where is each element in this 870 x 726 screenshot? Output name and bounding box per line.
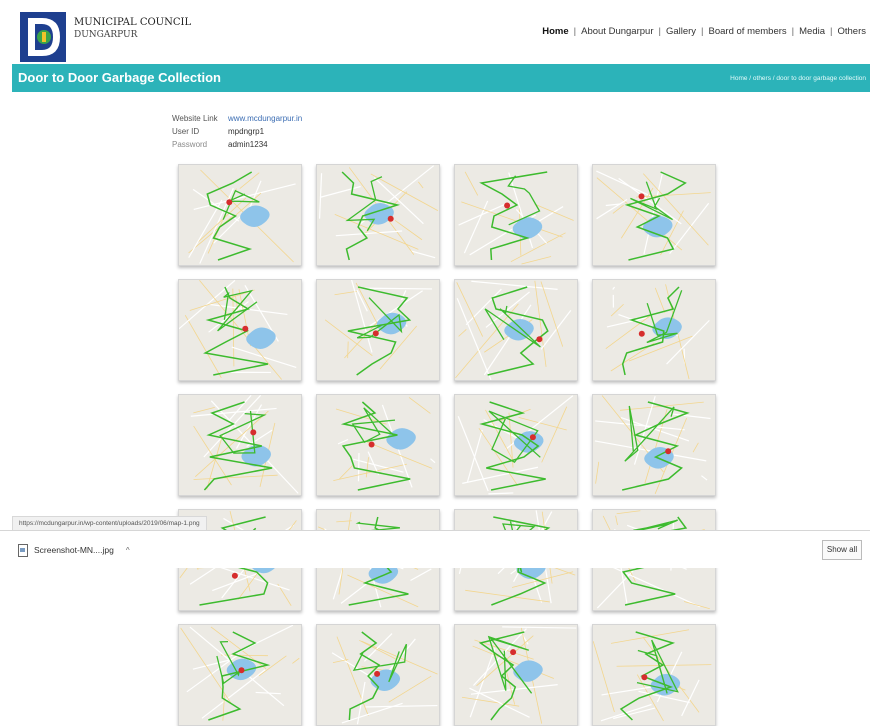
route-map-image (593, 625, 715, 725)
route-map-image (593, 280, 715, 380)
map-thumbnail[interactable] (592, 279, 716, 381)
route-map-image (593, 395, 715, 495)
route-map-image (179, 625, 301, 725)
page: MUNICIPAL COUNCIL DUNGARPUR Home | About D… (12, 6, 870, 567)
nav-separator: | (658, 26, 660, 37)
org-name: MUNICIPAL COUNCIL (74, 16, 191, 29)
map-thumbnail[interactable] (454, 394, 578, 496)
download-file-name: Screenshot-MN....jpg (34, 545, 114, 555)
website-link[interactable]: www.mcdungarpur.in (228, 112, 302, 125)
info-row-website: Website Link www.mcdungarpur.in (172, 112, 302, 125)
route-map-image (593, 165, 715, 265)
user-id-value: mpdngrp1 (228, 125, 264, 138)
info-label: Password (172, 138, 228, 151)
org-title: MUNICIPAL COUNCIL DUNGARPUR (74, 16, 191, 42)
map-thumbnail[interactable] (178, 624, 302, 726)
file-icon (18, 544, 28, 557)
map-thumbnail[interactable] (316, 624, 440, 726)
org-city: DUNGARPUR (74, 29, 191, 42)
page-title-bar: Door to Door Garbage Collection Home / o… (12, 64, 870, 92)
breadcrumb[interactable]: Home / others / door to door garbage col… (730, 75, 866, 82)
download-bar: Screenshot-MN....jpg ^ Show all (0, 530, 870, 568)
map-thumbnail[interactable] (592, 394, 716, 496)
map-thumbnail[interactable] (454, 279, 578, 381)
map-thumbnail[interactable] (316, 164, 440, 266)
nav-board[interactable]: Board of members (709, 26, 787, 37)
map-thumbnail[interactable] (454, 624, 578, 726)
map-thumbnail[interactable] (592, 164, 716, 266)
route-map-image (317, 625, 439, 725)
info-label: User ID (172, 125, 228, 138)
route-map-image (317, 280, 439, 380)
map-thumbnail[interactable] (178, 279, 302, 381)
site-header: MUNICIPAL COUNCIL DUNGARPUR Home | About D… (12, 6, 870, 64)
nav-separator: | (830, 26, 832, 37)
route-map-image (317, 395, 439, 495)
nav-separator: | (574, 26, 576, 37)
nav-separator: | (701, 26, 703, 37)
show-all-button[interactable]: Show all (822, 540, 862, 560)
main-nav: Home | About Dungarpur | Gallery | Board of me… (542, 26, 866, 37)
route-map-image (455, 165, 577, 265)
map-thumbnail[interactable] (316, 279, 440, 381)
download-item[interactable]: Screenshot-MN....jpg ^ (18, 541, 130, 559)
info-row-password: Password admin1234 (172, 138, 302, 151)
municipal-logo-icon[interactable] (18, 10, 68, 64)
map-thumbnail[interactable] (178, 394, 302, 496)
route-map-image (455, 625, 577, 725)
nav-gallery[interactable]: Gallery (666, 26, 696, 37)
map-thumbnail[interactable] (454, 164, 578, 266)
nav-home[interactable]: Home (542, 26, 568, 37)
info-row-user: User ID mpdngrp1 (172, 125, 302, 138)
nav-media[interactable]: Media (799, 26, 825, 37)
nav-separator: | (792, 26, 794, 37)
map-thumbnail[interactable] (592, 624, 716, 726)
route-map-image (179, 395, 301, 495)
nav-others[interactable]: Others (837, 26, 866, 37)
route-map-image (179, 165, 301, 265)
route-map-image (317, 165, 439, 265)
chevron-up-icon[interactable]: ^ (126, 546, 130, 555)
route-map-image (455, 280, 577, 380)
route-map-image (179, 280, 301, 380)
route-map-image (455, 395, 577, 495)
credentials-block: Website Link www.mcdungarpur.in User ID … (172, 112, 302, 151)
map-thumbnail[interactable] (178, 164, 302, 266)
nav-about[interactable]: About Dungarpur (581, 26, 653, 37)
password-value: admin1234 (228, 138, 268, 151)
info-label: Website Link (172, 112, 228, 125)
page-title: Door to Door Garbage Collection (18, 70, 221, 85)
map-thumbnail[interactable] (316, 394, 440, 496)
